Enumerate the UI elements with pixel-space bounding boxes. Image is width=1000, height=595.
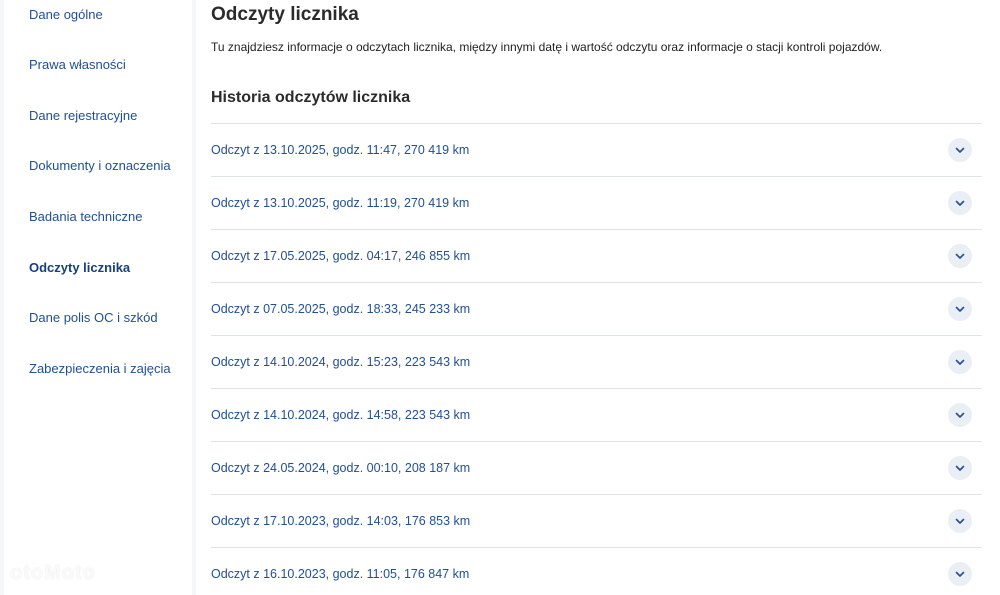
page-title: Odczyty licznika bbox=[211, 4, 359, 25]
sidebar-item-dane-rejestracyjne[interactable]: Dane rejestracyjne bbox=[29, 108, 137, 123]
chevron-down-icon[interactable] bbox=[948, 456, 972, 480]
reading-label[interactable]: Odczyt z 13.10.2025, godz. 11:19, 270 41… bbox=[211, 196, 469, 210]
reading-row[interactable]: Odczyt z 07.05.2025, godz. 18:33, 245 23… bbox=[211, 282, 982, 335]
main-content: Odczyty licznika Tu znajdziesz informacj… bbox=[196, 0, 1000, 595]
sidebar-item-dane-ogolne[interactable]: Dane ogólne bbox=[29, 7, 103, 22]
sidebar-item-prawa-wlasnosci[interactable]: Prawa własności bbox=[29, 57, 126, 72]
page: Dane ogólne Prawa własności Dane rejestr… bbox=[0, 0, 1000, 595]
intro-text: Tu znajdziesz informacje o odczytach lic… bbox=[211, 40, 883, 54]
reading-label[interactable]: Odczyt z 07.05.2025, godz. 18:33, 245 23… bbox=[211, 302, 470, 316]
sidebar-item-dokumenty-i-oznaczenia[interactable]: Dokumenty i oznaczenia bbox=[29, 158, 171, 173]
watermark-logo: otoMoto bbox=[10, 562, 96, 584]
reading-row[interactable]: Odczyt z 16.10.2023, godz. 11:05, 176 84… bbox=[211, 547, 982, 595]
reading-row[interactable]: Odczyt z 17.10.2023, godz. 14:03, 176 85… bbox=[211, 494, 982, 547]
chevron-down-icon[interactable] bbox=[948, 562, 972, 586]
chevron-down-icon[interactable] bbox=[948, 350, 972, 374]
sidebar-item-dane-polis-oc[interactable]: Dane polis OC i szkód bbox=[29, 310, 158, 325]
sidebar-item-badania-techniczne[interactable]: Badania techniczne bbox=[29, 209, 142, 224]
sidebar-item-zabezpieczenia[interactable]: Zabezpieczenia i zajęcia bbox=[29, 361, 171, 376]
chevron-down-icon[interactable] bbox=[948, 138, 972, 162]
reading-row[interactable]: Odczyt z 24.05.2024, godz. 00:10, 208 18… bbox=[211, 441, 982, 494]
reading-label[interactable]: Odczyt z 17.05.2025, godz. 04:17, 246 85… bbox=[211, 249, 470, 263]
reading-row[interactable]: Odczyt z 17.05.2025, godz. 04:17, 246 85… bbox=[211, 229, 982, 282]
reading-row[interactable]: Odczyt z 14.10.2024, godz. 15:23, 223 54… bbox=[211, 335, 982, 388]
chevron-down-icon[interactable] bbox=[948, 191, 972, 215]
chevron-down-icon[interactable] bbox=[948, 509, 972, 533]
reading-label[interactable]: Odczyt z 24.05.2024, godz. 00:10, 208 18… bbox=[211, 461, 470, 475]
reading-row[interactable]: Odczyt z 14.10.2024, godz. 14:58, 223 54… bbox=[211, 388, 982, 441]
reading-label[interactable]: Odczyt z 17.10.2023, godz. 14:03, 176 85… bbox=[211, 514, 470, 528]
chevron-down-icon[interactable] bbox=[948, 403, 972, 427]
readings-list: Odczyt z 13.10.2025, godz. 11:47, 270 41… bbox=[211, 123, 982, 595]
reading-label[interactable]: Odczyt z 14.10.2024, godz. 15:23, 223 54… bbox=[211, 355, 470, 369]
reading-label[interactable]: Odczyt z 13.10.2025, godz. 11:47, 270 41… bbox=[211, 143, 469, 157]
sidebar-item-odczyty-licznika[interactable]: Odczyty licznika bbox=[29, 260, 130, 275]
reading-label[interactable]: Odczyt z 16.10.2023, godz. 11:05, 176 84… bbox=[211, 567, 469, 581]
history-heading: Historia odczytów licznika bbox=[211, 89, 411, 106]
sidebar-nav: Dane ogólne Prawa własności Dane rejestr… bbox=[4, 0, 192, 595]
chevron-down-icon[interactable] bbox=[948, 244, 972, 268]
chevron-down-icon[interactable] bbox=[948, 297, 972, 321]
reading-row[interactable]: Odczyt z 13.10.2025, godz. 11:19, 270 41… bbox=[211, 176, 982, 229]
reading-row[interactable]: Odczyt z 13.10.2025, godz. 11:47, 270 41… bbox=[211, 123, 982, 176]
reading-label[interactable]: Odczyt z 14.10.2024, godz. 14:58, 223 54… bbox=[211, 408, 470, 422]
